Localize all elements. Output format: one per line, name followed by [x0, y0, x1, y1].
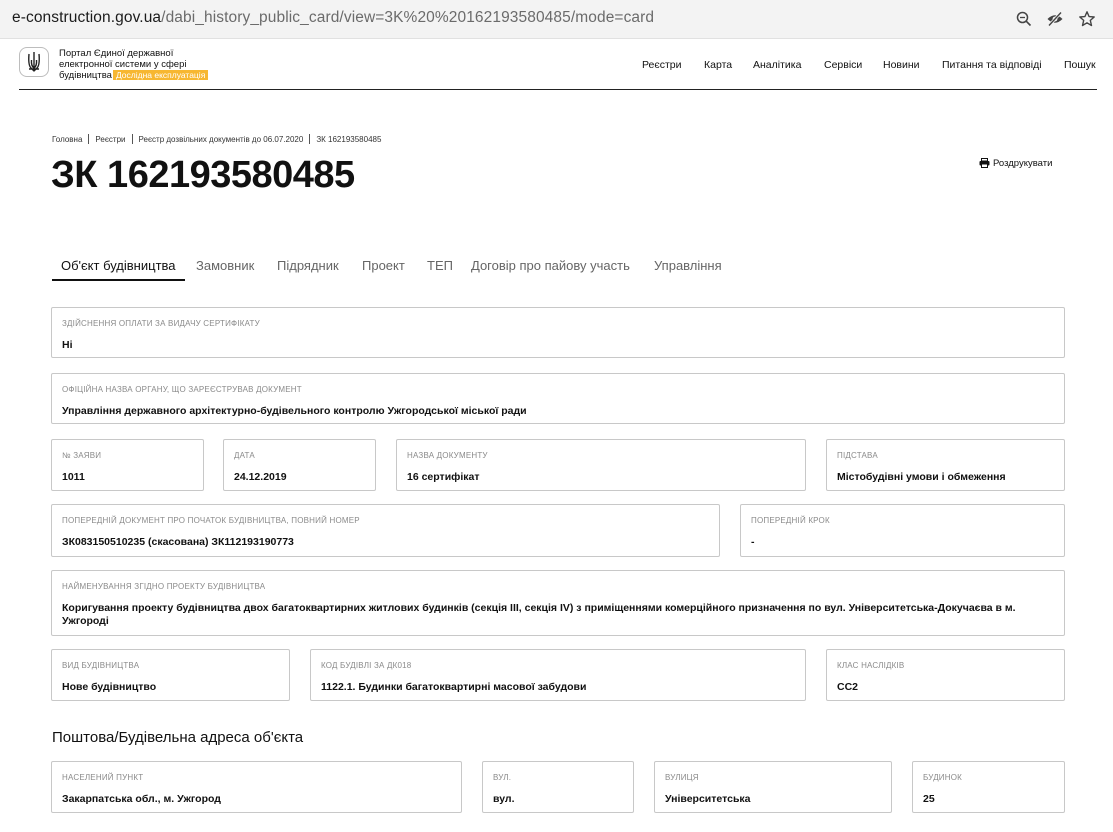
- nav-services[interactable]: Сервіси: [824, 59, 862, 71]
- nav-search[interactable]: Пошук: [1064, 59, 1096, 71]
- nav-map[interactable]: Карта: [704, 59, 732, 71]
- field-label: Найменування згідно проекту будівництва: [62, 582, 266, 591]
- field-value: Університетська: [665, 793, 751, 805]
- field-previous-document: Попередній документ про початок будівниц…: [51, 504, 720, 557]
- field-value: Управління державного архітектурно-будів…: [62, 405, 527, 417]
- field-label: Вид будівництва: [62, 661, 140, 670]
- hidden-eye-icon[interactable]: [1046, 10, 1064, 28]
- field-label: Дата: [234, 451, 255, 460]
- field-label: Попередній крок: [751, 516, 830, 525]
- field-value: Нове будівництво: [62, 681, 157, 693]
- active-tab-indicator: [52, 279, 185, 281]
- field-label: Попередній документ про початок будівниц…: [62, 516, 360, 525]
- field-date: Дата 24.12.2019: [223, 439, 376, 491]
- field-consequence-class: Клас наслідків СС2: [826, 649, 1065, 701]
- zoom-icon[interactable]: [1015, 10, 1033, 28]
- header-divider: [19, 89, 1097, 90]
- field-building-number: Будинок 25: [912, 761, 1065, 813]
- field-label: Здійснення оплати за видачу сертифікату: [62, 319, 260, 328]
- tab-object[interactable]: Об'єкт будівництва: [61, 258, 176, 273]
- breadcrumb: Головна Реєстри Реєстр дозвільних документ…: [52, 134, 381, 144]
- field-value: Містобудівні умови і обмеження: [837, 471, 1006, 483]
- site-name-line1: Портал Єдиної державної: [59, 48, 174, 59]
- field-value: Ні: [62, 339, 73, 351]
- field-authority: Офіційна назва органу, що зареєстрував д…: [51, 373, 1065, 424]
- url-text[interactable]: e-construction.gov.ua/dabi_history_publi…: [12, 9, 654, 27]
- field-label: Клас наслідків: [837, 661, 905, 670]
- breadcrumb-current: ЗК 162193580485: [316, 135, 382, 144]
- main-navigation: Реєстри Карта Аналітика Сервіси Новини П…: [0, 59, 1113, 73]
- printer-icon: [979, 158, 990, 168]
- breadcrumb-home[interactable]: Головна: [52, 135, 82, 144]
- tab-management[interactable]: Управління: [654, 258, 722, 273]
- breadcrumb-separator: [88, 134, 90, 144]
- field-label: Підстава: [837, 451, 878, 460]
- field-value: 24.12.2019: [234, 471, 287, 483]
- field-document-name: Назва документу 16 сертифікат: [396, 439, 806, 491]
- field-value: СС2: [837, 681, 859, 693]
- tab-tep[interactable]: ТЕП: [427, 258, 453, 273]
- field-label: Назва документу: [407, 451, 488, 460]
- field-value: 25: [923, 793, 935, 805]
- field-value: вул.: [493, 793, 515, 805]
- nav-registries[interactable]: Реєстри: [642, 59, 682, 71]
- address-section-title: Поштова/Будівельна адреса об'єкта: [52, 729, 304, 746]
- tab-contractor[interactable]: Підрядник: [277, 258, 339, 273]
- field-label: Код будівлі за ДК018: [321, 661, 412, 670]
- tab-share-agreement[interactable]: Договір про пайову участь: [471, 258, 630, 273]
- field-previous-step: Попередній крок -: [740, 504, 1065, 557]
- field-label: Населений пункт: [62, 773, 144, 782]
- print-label: Роздрукувати: [993, 158, 1053, 169]
- field-label: Вул.: [493, 773, 512, 782]
- url-host: e-construction.gov.ua: [12, 9, 162, 26]
- field-project-name: Найменування згідно проекту будівництва …: [51, 570, 1065, 636]
- field-locality: Населений пункт Закарпатська обл., м. Уж…: [51, 761, 462, 813]
- field-basis: Підстава Містобудівні умови і обмеження: [826, 439, 1065, 491]
- page-title: ЗК 162193580485: [51, 154, 355, 196]
- field-value: 1122.1. Будинки багатоквартирні масової …: [321, 681, 587, 693]
- tab-customer[interactable]: Замовник: [196, 258, 254, 273]
- field-street: Вулиця Університетська: [654, 761, 892, 813]
- print-button[interactable]: Роздрукувати: [979, 158, 1052, 169]
- field-value: -: [751, 536, 755, 548]
- field-payment: Здійснення оплати за видачу сертифікату …: [51, 307, 1065, 358]
- nav-analytics[interactable]: Аналітика: [753, 59, 801, 71]
- field-value: ЗК083150510235 (скасована) ЗК11219319077…: [62, 536, 294, 548]
- field-street-type: Вул. вул.: [482, 761, 634, 813]
- field-label: Вулиця: [665, 773, 699, 782]
- field-value: 1011: [62, 471, 85, 483]
- browser-address-bar[interactable]: e-construction.gov.ua/dabi_history_publi…: [0, 0, 1113, 39]
- nav-news[interactable]: Новини: [883, 59, 920, 71]
- field-value: Коригування проекту будівництва двох баг…: [62, 602, 1016, 627]
- url-path: /dabi_history_public_card/view=3K%20%201…: [161, 9, 655, 26]
- breadcrumb-registries[interactable]: Реєстри: [95, 135, 125, 144]
- field-construction-type: Вид будівництва Нове будівництво: [51, 649, 290, 701]
- field-value: 16 сертифікат: [407, 471, 480, 483]
- field-building-code: Код будівлі за ДК018 1122.1. Будинки баг…: [310, 649, 806, 701]
- field-label: Будинок: [923, 773, 963, 782]
- field-label: Офіційна назва органу, що зареєстрував д…: [62, 385, 302, 394]
- field-value: Закарпатська обл., м. Ужгород: [62, 793, 221, 805]
- bookmark-star-icon[interactable]: [1078, 10, 1096, 28]
- field-application-number: № заяви 1011: [51, 439, 204, 491]
- breadcrumb-registry[interactable]: Реєстр дозвільних документів до 06.07.20…: [139, 135, 304, 144]
- breadcrumb-separator: [131, 134, 133, 144]
- nav-faq[interactable]: Питання та відповіді: [942, 59, 1042, 71]
- breadcrumb-separator: [309, 134, 311, 144]
- tab-project[interactable]: Проект: [362, 258, 405, 273]
- field-label: № заяви: [62, 451, 102, 460]
